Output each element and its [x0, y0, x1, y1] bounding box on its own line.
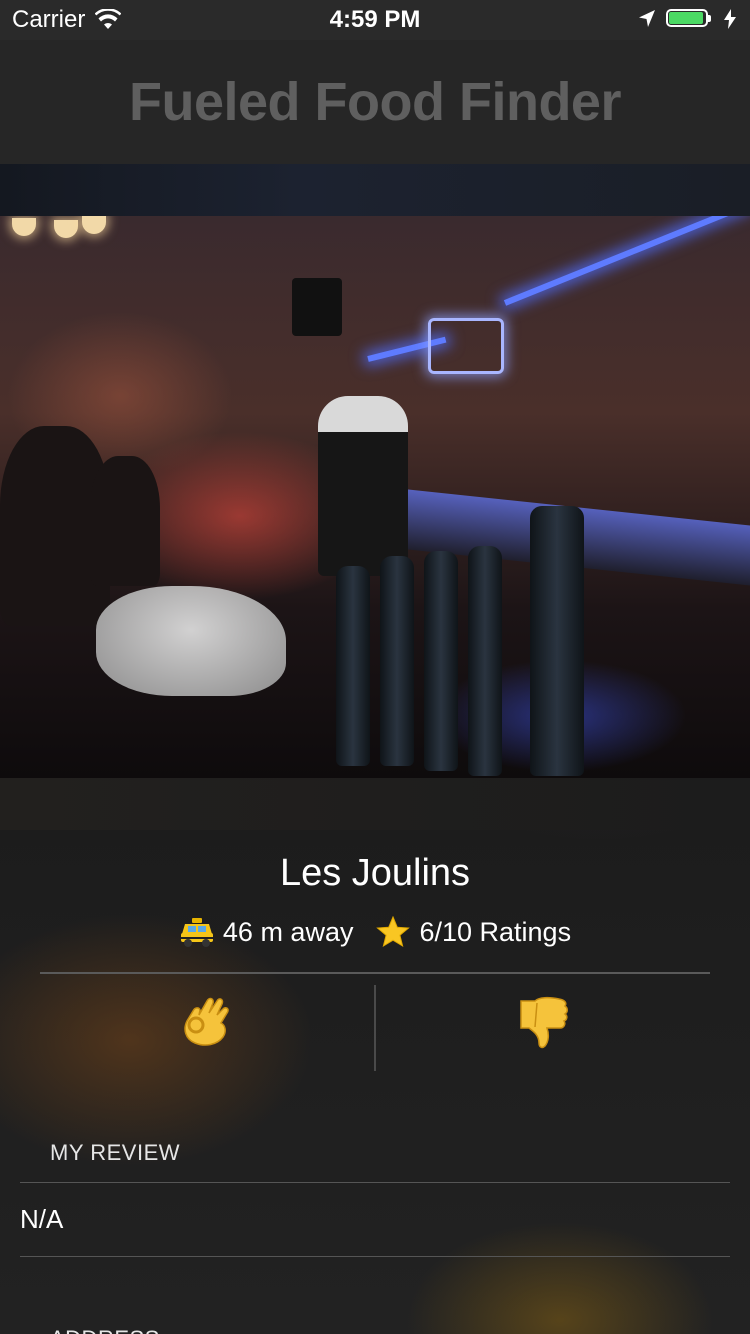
bottle	[380, 556, 414, 766]
ok-hand-icon	[184, 997, 229, 1046]
battery-icon	[666, 8, 714, 30]
photo-backdrop-top	[0, 164, 750, 216]
navigation-bar: Fueled Food Finder	[0, 40, 750, 164]
like-button[interactable]	[40, 985, 374, 1071]
rating-label: 6/10 Ratings	[419, 916, 572, 947]
bottle	[530, 506, 584, 776]
dislike-button[interactable]	[376, 985, 710, 1071]
restaurant-meta: 46 m away 6/10 Ratings	[0, 916, 750, 948]
ceiling-lamp	[54, 220, 78, 238]
thumbs-down-icon	[520, 996, 568, 1049]
divider	[40, 972, 710, 974]
ceiling-lamp	[82, 216, 106, 234]
takeout-bag	[96, 586, 286, 696]
my-review-header: MY REVIEW	[50, 1140, 181, 1165]
status-right	[638, 8, 736, 30]
vote-row	[40, 985, 710, 1071]
ceiling-lamp	[12, 218, 36, 236]
star-icon	[376, 916, 411, 948]
patron	[90, 456, 160, 586]
neon-sign	[428, 318, 504, 374]
restaurant-name: Les Joulins	[279, 852, 471, 894]
bartender	[318, 396, 408, 576]
address-header: ADDRESS	[50, 1326, 160, 1334]
taxi-icon	[180, 918, 213, 947]
charging-bolt-icon	[724, 9, 736, 29]
neon-light	[503, 216, 748, 306]
location-arrow-icon	[639, 10, 655, 27]
photo-backdrop-bottom	[0, 778, 750, 830]
bottle	[336, 566, 370, 766]
separator	[20, 1182, 730, 1183]
speaker	[292, 278, 342, 336]
restaurant-detail-screen: Carrier 4:59 PM Fueled Food Finder Les J…	[0, 0, 750, 1334]
rating-info: 6/10 Ratings	[375, 916, 571, 948]
my-review-value[interactable]: N/A	[20, 1204, 63, 1235]
distance-info: 46 m away	[179, 916, 354, 948]
separator	[20, 1256, 730, 1257]
bottle	[468, 546, 502, 776]
app-title: Fueled Food Finder	[129, 72, 621, 132]
restaurant-photo	[0, 216, 750, 778]
distance-label: 46 m away	[222, 916, 354, 947]
status-bar: Carrier 4:59 PM	[0, 0, 750, 40]
bottle	[424, 551, 458, 771]
